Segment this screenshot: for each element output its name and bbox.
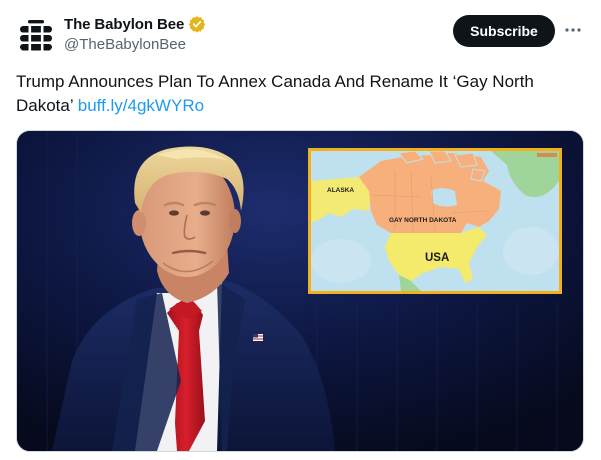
account-avatar[interactable]	[16, 16, 56, 56]
svg-text:· · ·: · · ·	[339, 249, 345, 254]
tweet-card: The Babylon Bee @TheBabylonBee Subscribe…	[0, 0, 601, 460]
account-handle[interactable]: @TheBabylonBee	[64, 36, 206, 53]
babylon-bee-logo-icon	[20, 20, 52, 51]
map-label-usa: USA	[425, 252, 450, 264]
map-label-alaska: ALASKA	[327, 187, 355, 194]
map-label-gay-north-dakota: GAY NORTH DAKOTA	[389, 217, 457, 224]
tweet-link[interactable]: buff.ly/4gkWYRo	[78, 96, 204, 115]
account-info: The Babylon Bee @TheBabylonBee	[64, 14, 206, 53]
map-inset: · · · · · · ALASKA GAY NORTH DAKOTA USA	[308, 148, 562, 294]
more-horizontal-icon[interactable]	[562, 18, 584, 42]
display-name[interactable]: The Babylon Bee	[64, 16, 184, 33]
subscribe-button[interactable]: Subscribe	[453, 15, 555, 47]
tweet-media-image[interactable]: · · · · · · ALASKA GAY NORTH DAKOTA USA	[16, 130, 584, 452]
tweet-text: Trump Announces Plan To Annex Canada And…	[16, 70, 576, 118]
verified-badge-icon	[188, 15, 206, 33]
svg-text:· · ·: · · ·	[527, 239, 533, 244]
